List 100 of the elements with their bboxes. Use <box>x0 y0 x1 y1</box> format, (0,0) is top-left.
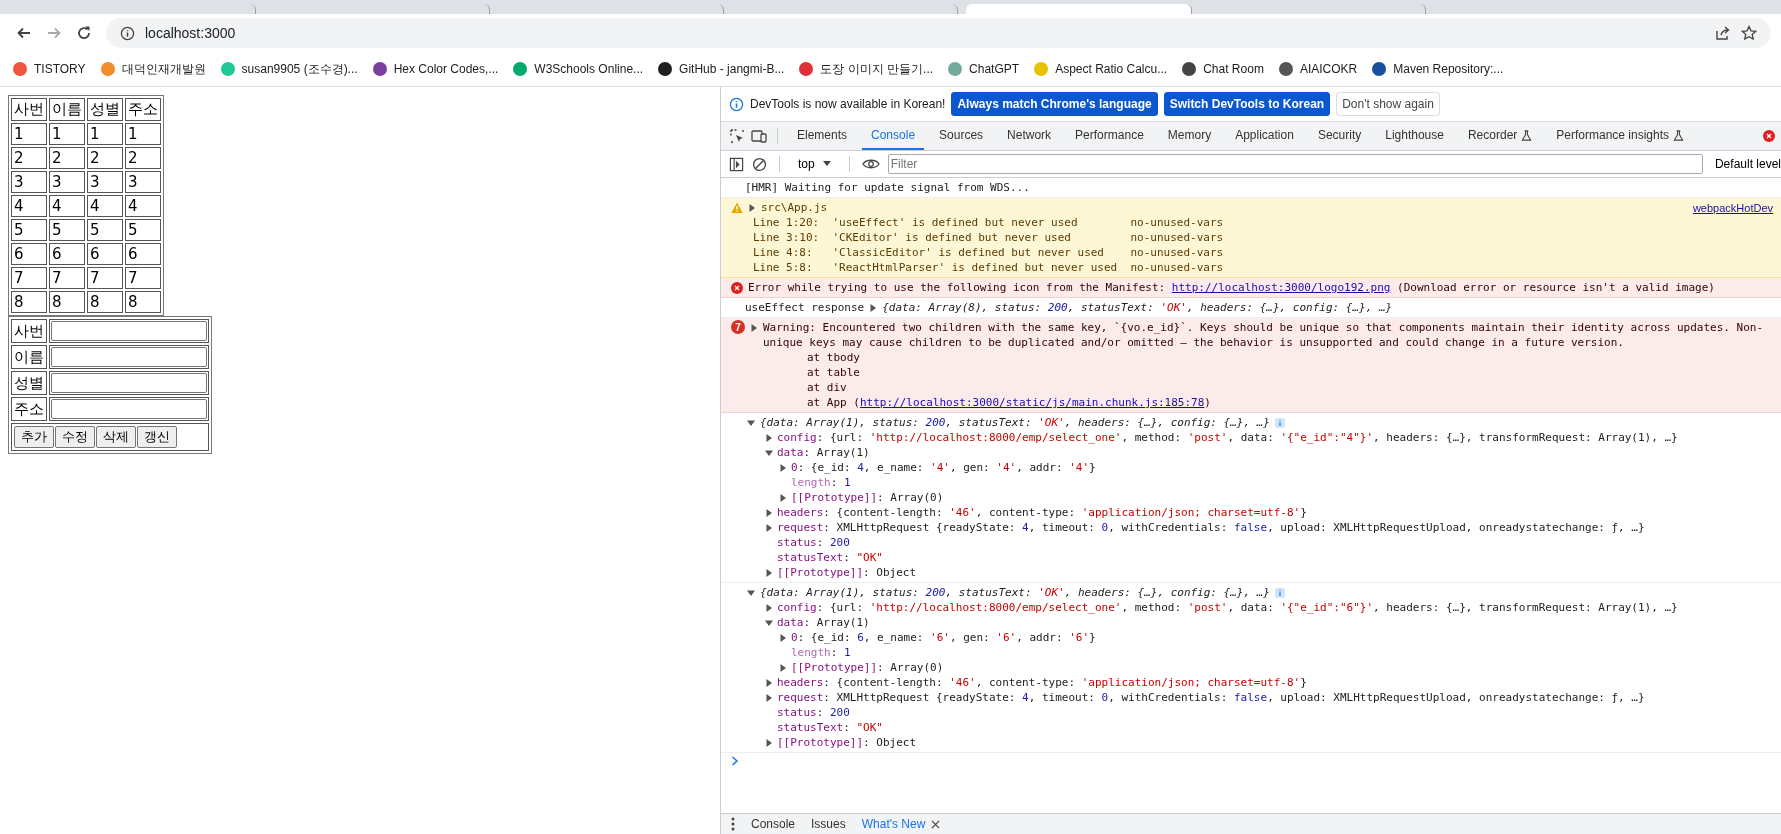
infobar-button[interactable]: Don't show again <box>1336 92 1440 116</box>
bookmark[interactable]: GitHub - jangmi-B... <box>657 61 785 77</box>
bookmark[interactable]: Hex Color Codes,... <box>371 61 499 77</box>
property-line: 0: {e_id: 4, e_name: '4', gen: '4', addr: '4'} <box>791 460 1096 475</box>
table-cell: 7 <box>125 267 161 289</box>
bookmark-label[interactable]: AIAICOKR <box>1299 62 1358 76</box>
property-line: statusText: "OK" <box>777 720 883 735</box>
property-line: data: Array(1) <box>777 445 870 460</box>
warning-line: Line 1:20: 'useEffect' is defined but never used no-unused-vars <box>752 215 1225 230</box>
property-line: [[Prototype]]: Object <box>777 565 917 580</box>
error-message: Warning: Encountered two children with the same key, `{vo.e_id}`. Keys should be unique so that components maintain their identity across updates. Non-unique keys may cause children to be duplicated and/or omitted — the behavior is unsupported and could change in a future version. <box>763 320 1764 350</box>
devtools-tab[interactable]: Security <box>1308 122 1371 150</box>
devtools-tab[interactable]: Performance <box>1066 122 1153 150</box>
property-line: config: {url: 'http://localhost:8000/emp/select_one', method: 'post', data: '{"e_id":"4"}', headers: {…}, transformRequest: Array(1), …} <box>777 430 1678 445</box>
bookmark[interactable]: Chat Room <box>1181 61 1264 77</box>
bookmark[interactable]: Maven Repository:... <box>1371 61 1504 77</box>
drawer-tab[interactable]: Console <box>751 817 796 831</box>
warning-line: Line 4:8: 'ClassicEditor' is defined but never used no-unused-vars <box>752 245 1225 260</box>
table-cell: 5 <box>11 219 47 241</box>
form-button[interactable]: 수정 <box>55 426 95 448</box>
url-link[interactable]: http://localhost:3000/static/js/main.chunk.js:185:78 <box>860 396 1205 409</box>
repeat-count-badge: 7 <box>731 320 745 334</box>
bookmark-label[interactable]: TISTORY <box>34 62 86 76</box>
infobar-button[interactable]: Always match Chrome's language <box>951 92 1158 116</box>
bookmark[interactable]: 대덕인재개발원 <box>99 60 206 78</box>
source-link[interactable]: webpackHotDev <box>1692 201 1773 214</box>
bookmark[interactable]: 도장 이미지 만들기... <box>798 60 934 78</box>
table-header-cell: 주소 <box>125 98 161 121</box>
bookmark[interactable]: susan9905 (조수경)... <box>219 60 358 78</box>
warning-line: Line 5:8: 'ReactHtmlParser' is defined but never used no-unused-vars <box>752 260 1225 275</box>
context-dropdown[interactable]: top <box>792 156 837 172</box>
stack-line: at div <box>806 380 848 395</box>
devtools-tab[interactable]: Lighthouse <box>1376 122 1453 150</box>
bookmark[interactable]: ChatGPT <box>947 61 1020 77</box>
stack-line: at tbody <box>806 350 861 365</box>
property-line: config: {url: 'http://localhost:8000/emp/select_one', method: 'post', data: '{"e_id":"6"}', headers: {…}, transformRequest: Array(1), …} <box>777 600 1678 615</box>
form-button[interactable]: 추가 <box>14 426 54 448</box>
devtools-tab[interactable]: Sources <box>930 122 993 150</box>
stack-line: at App (http://localhost:3000/static/js/main.chunk.js:185:78) <box>806 395 1212 410</box>
form-button[interactable]: 삭제 <box>96 426 136 448</box>
table-header-cell: 성별 <box>87 98 123 121</box>
table-cell: 8 <box>125 291 161 313</box>
table-cell: 1 <box>87 123 123 145</box>
bookmark-label[interactable]: W3Schools Online... <box>534 62 644 76</box>
levels-dropdown[interactable]: Default level <box>1710 157 1781 171</box>
table-cell: 5 <box>49 219 85 241</box>
table-cell: 4 <box>49 195 85 217</box>
table-cell: 1 <box>11 123 47 145</box>
infobar-button[interactable]: Switch DevTools to Korean <box>1163 92 1331 116</box>
bookmark-label[interactable]: 도장 이미지 만들기... <box>820 60 934 78</box>
table-cell: 7 <box>87 267 123 289</box>
table-cell: 3 <box>87 171 123 193</box>
table-cell: 8 <box>87 291 123 313</box>
bookmark-label[interactable]: ChatGPT <box>969 62 1020 76</box>
stack-line: at table <box>806 365 861 380</box>
property-line: 0: {e_id: 6, e_name: '6', gen: '6', addr: '6'} <box>791 630 1096 645</box>
bookmark[interactable]: TISTORY <box>12 61 86 77</box>
drawer-tab[interactable]: What's New <box>861 817 941 831</box>
bookmark-label[interactable]: GitHub - jangmi-B... <box>679 62 785 76</box>
devtools-tab[interactable]: Network <box>998 122 1061 150</box>
property-line: length: 1 <box>791 475 851 490</box>
bookmark-label[interactable]: 대덕인재개발원 <box>121 60 206 78</box>
property-line: statusText: "OK" <box>777 550 883 565</box>
form-button[interactable]: 갱신 <box>137 426 177 448</box>
table-cell: 2 <box>125 147 161 169</box>
infobar-message: DevTools is now available in Korean! <box>750 97 946 111</box>
drawer-tab[interactable]: Issues <box>811 817 846 831</box>
warning-line: Line 3:10: 'CKEditor' is defined but never used no-unused-vars <box>752 230 1225 245</box>
property-line: headers: {content-length: '46', content-type: 'application/json; charset=utf-8'} <box>777 675 1307 690</box>
devtools-tab[interactable]: Application <box>1226 122 1303 150</box>
devtools-tab[interactable]: Memory <box>1158 122 1221 150</box>
devtools-tab[interactable]: Recorder <box>1458 122 1542 150</box>
bookmark-label[interactable]: Chat Room <box>1203 62 1264 76</box>
property-line: data: Array(1) <box>777 615 870 630</box>
property-line: status: 200 <box>777 535 850 550</box>
bookmark[interactable]: W3Schools Online... <box>512 61 644 77</box>
devtools-tab[interactable]: Performance insights <box>1547 122 1694 150</box>
table-cell: 6 <box>11 243 47 265</box>
bookmark[interactable]: Aspect Ratio Calcu... <box>1033 61 1168 77</box>
table-cell: 3 <box>11 171 47 193</box>
bookmark-label[interactable]: Aspect Ratio Calcu... <box>1055 62 1168 76</box>
table-cell: 3 <box>49 171 85 193</box>
table-cell: 3 <box>125 171 161 193</box>
devtools-tab[interactable]: Elements <box>788 122 857 150</box>
address-bar[interactable]: localhost:3000 <box>106 18 1771 48</box>
table-cell: 8 <box>11 291 47 313</box>
filter-field[interactable]: Filter <box>887 154 1703 174</box>
property-line: request: XMLHttpRequest {readyState: 4, timeout: 0, withCredentials: false, upload: XMLHttpRequestUpload, onreadystatechange: ƒ, …} <box>777 690 1645 705</box>
table-cell: 6 <box>87 243 123 265</box>
url-link[interactable]: http://localhost:3000/logo192.png <box>1171 281 1391 294</box>
bookmark-label[interactable]: susan9905 (조수경)... <box>241 60 358 78</box>
devtools-tab[interactable]: Console <box>862 122 925 150</box>
error-message: Error while trying to use the following icon from the Manifest: http://localhost:3000/logo192.png (Download error or resource isn't a valid image) <box>748 280 1715 295</box>
bookmark[interactable]: AIAICOKR <box>1277 61 1358 77</box>
table-cell: 2 <box>49 147 85 169</box>
table-header-cell: 사번 <box>11 98 47 121</box>
bookmark-label[interactable]: Maven Repository:... <box>1393 62 1504 76</box>
bookmark-label[interactable]: Hex Color Codes,... <box>393 62 499 76</box>
table-cell: 6 <box>125 243 161 265</box>
property-line: request: XMLHttpRequest {readyState: 4, timeout: 0, withCredentials: false, upload: XMLHttpRequestUpload, onreadystatechange: ƒ, …} <box>777 520 1645 535</box>
